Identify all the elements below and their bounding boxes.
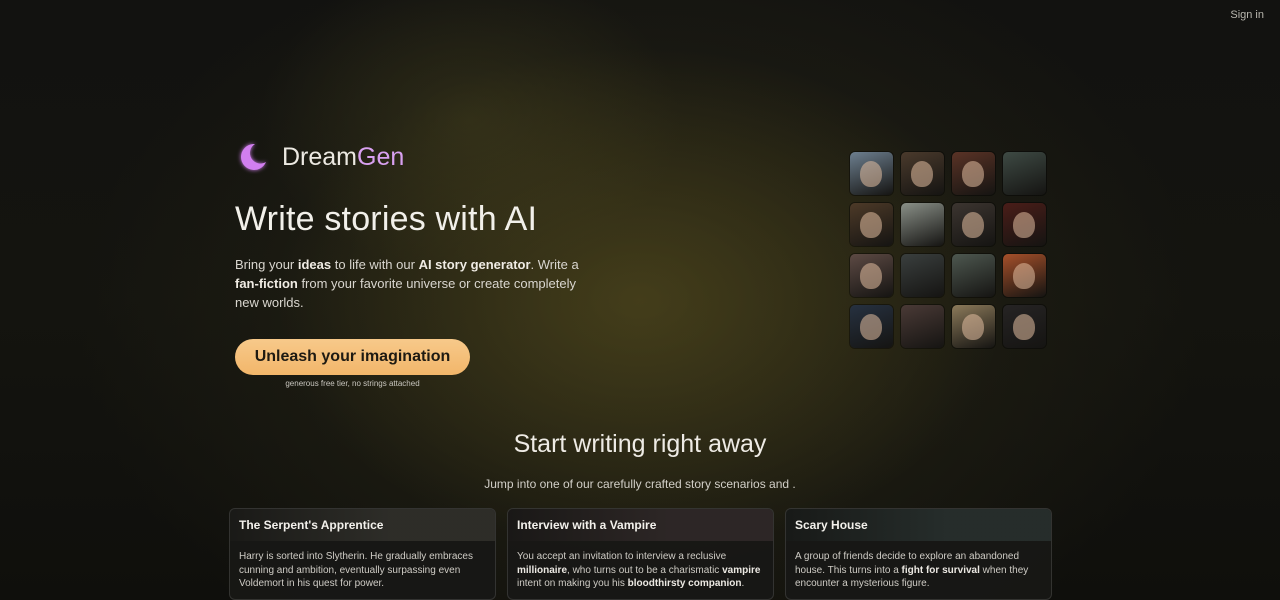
scenario-card[interactable]: Scary House A group of friends decide to … [785, 508, 1052, 600]
scenario-card-title: Interview with a Vampire [517, 518, 657, 532]
hero-text-part: Bring your [235, 257, 298, 272]
scenario-card[interactable]: Interview with a Vampire You accept an in… [507, 508, 774, 600]
hero-text-bold: ideas [297, 257, 332, 272]
avatar-portal-scene [901, 254, 944, 297]
avatar-long-haired-man-portrait [952, 203, 995, 246]
character-avatar-grid [850, 152, 1046, 348]
avatar-red-haired-woman-portrait [952, 152, 995, 195]
description-text: . [741, 578, 745, 589]
avatar-forest-scene [1003, 152, 1046, 195]
avatar-blonde-girl-portrait [952, 305, 995, 348]
cta-note: generous free tier, no strings attached [285, 379, 420, 388]
description-text: Harry is sorted into Slytherin. He gradu… [239, 551, 473, 589]
hero-text-part: . Write a [530, 257, 579, 272]
brand-name: DreamGen [282, 143, 404, 172]
avatar-ruined-city-scene [901, 203, 944, 246]
avatar-suited-man-portrait [1003, 203, 1046, 246]
avatar-elf-portrait [850, 152, 893, 195]
brand[interactable]: DreamGen [235, 138, 615, 176]
avatar-gothic-woman-portrait [1003, 305, 1046, 348]
hero-text-bold: AI story generator [418, 257, 531, 272]
description-highlight: fight for survival [901, 564, 980, 576]
scenario-card[interactable]: The Serpent's Apprentice Harry is sorted … [229, 508, 496, 600]
description-highlight: vampire [722, 564, 761, 576]
hero-text-part: to life with our [331, 257, 419, 272]
avatar-anime-girl-portrait [850, 254, 893, 297]
avatar-orange-haired-girl-portrait [1003, 254, 1046, 297]
brand-name-part2: Gen [357, 142, 405, 171]
sign-in-link[interactable]: Sign in [1230, 9, 1264, 21]
scenario-card-description: Harry is sorted into Slytherin. He gradu… [230, 541, 495, 591]
description-text: intent on making you his [517, 578, 628, 589]
scenario-card-description: You accept an invitation to interview a … [508, 541, 773, 591]
description-text: , who turns out to be a charismatic [567, 564, 723, 576]
avatar-warrior-man-portrait [850, 203, 893, 246]
start-writing-heading: Start writing right away [513, 430, 767, 458]
avatar-bearded-man-portrait [901, 152, 944, 195]
scenario-card-header: Scary House [786, 509, 1051, 541]
hero-text-bold: fan-fiction [235, 276, 298, 291]
scenario-card-description: A group of friends decide to explore an … [786, 541, 1051, 591]
scenario-card-title: The Serpent's Apprentice [239, 518, 384, 532]
scenario-card-header: Interview with a Vampire [508, 509, 773, 541]
scenario-card-header: The Serpent's Apprentice [230, 509, 495, 541]
page-title: Write stories with AI [235, 200, 538, 238]
avatar-dark-haired-woman-portrait [850, 305, 893, 348]
description-text: You accept an invitation to interview a … [517, 551, 727, 562]
description-highlight: bloodthirsty companion [627, 578, 742, 589]
brand-name-part1: Dream [282, 142, 358, 171]
unleash-imagination-button[interactable]: Unleash your imagination [235, 339, 470, 375]
avatar-floating-island-scene [952, 254, 995, 297]
moon-icon [241, 143, 266, 170]
scenario-cards: The Serpent's Apprentice Harry is sorted … [229, 508, 1052, 600]
hero-section: DreamGen Write stories with AI Bring you… [235, 138, 615, 388]
scenario-card-title: Scary House [795, 518, 868, 532]
hero-description: Bring your ideas to life with our AI sto… [235, 255, 600, 312]
avatar-group-scene [901, 305, 944, 348]
description-highlight: millionaire [517, 564, 568, 576]
start-writing-subtitle: Jump into one of our carefully crafted s… [484, 477, 796, 491]
